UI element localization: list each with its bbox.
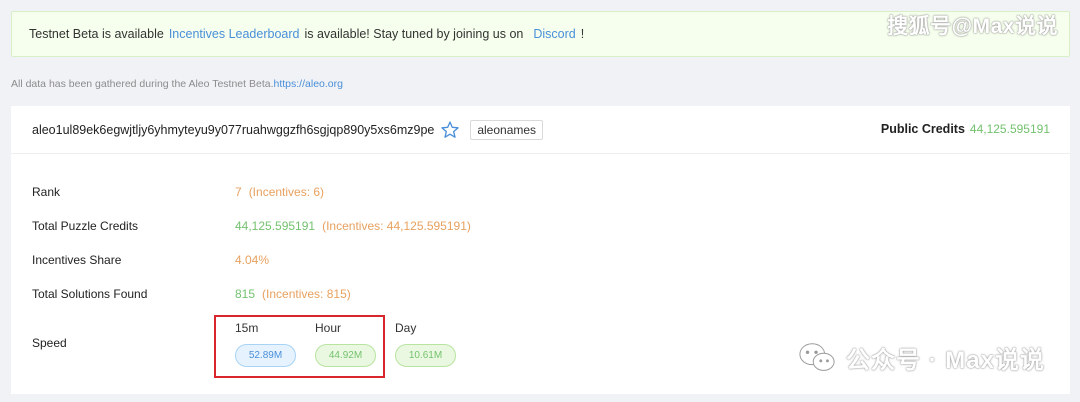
aleo-link[interactable]: https://aleo.org bbox=[274, 78, 343, 90]
solutions-row: Total Solutions Found 815 (Incentives: 815… bbox=[32, 287, 351, 301]
rank-row: Rank 7 (Incentives: 6) bbox=[32, 185, 324, 199]
name-tag: aleonames bbox=[470, 119, 544, 140]
discord-link[interactable]: Discord bbox=[533, 27, 575, 41]
solutions-incentives: (Incentives: 815) bbox=[262, 287, 351, 301]
incentives-leaderboard-link[interactable]: Incentives Leaderboard bbox=[169, 27, 300, 41]
speed-day-value: 10.61M bbox=[395, 344, 456, 367]
solutions-label: Total Solutions Found bbox=[32, 287, 148, 301]
wechat-icon bbox=[799, 342, 835, 371]
incentives-share-value: 4.04% bbox=[235, 253, 270, 267]
watermark-top: 搜狐号@Max说说 bbox=[887, 15, 1058, 38]
banner-text-3: ! bbox=[580, 27, 585, 41]
speed-day: Day 10.61M bbox=[395, 321, 456, 367]
puzzle-credits-label: Total Puzzle Credits bbox=[32, 219, 139, 233]
data-source-note: All data has been gathered during the Al… bbox=[11, 78, 343, 90]
speed-label: Speed bbox=[32, 336, 67, 350]
watermark-bottom: 公众号 · Max说说 bbox=[798, 340, 1045, 375]
public-credits: Public Credits 44,125.595191 bbox=[881, 122, 1050, 136]
wallet-address: aleo1ul89ek6egwjtljy6yhmyteyu9y077ruahwg… bbox=[32, 122, 435, 137]
watermark-bottom-text: 公众号 · Max说说 bbox=[845, 347, 1045, 374]
solutions-value: 815 bbox=[235, 287, 256, 301]
public-credits-value: 44,125.595191 bbox=[969, 122, 1050, 136]
rank-label: Rank bbox=[32, 185, 61, 199]
banner-text-2: is available! Stay tuned by joining us o… bbox=[304, 27, 524, 41]
puzzle-credits-value: 44,125.595191 bbox=[235, 219, 316, 233]
incentives-share-label: Incentives Share bbox=[32, 253, 122, 267]
public-credits-label: Public Credits bbox=[880, 122, 965, 136]
puzzle-credits-row: Total Puzzle Credits 44,125.595191 (Incent… bbox=[32, 219, 471, 233]
rank-value: 7 bbox=[235, 185, 242, 199]
speed-day-head: Day bbox=[395, 321, 417, 335]
banner-text-1: Testnet Beta is available bbox=[29, 27, 164, 41]
rank-incentives: (Incentives: 6) bbox=[248, 185, 325, 199]
highlight-box bbox=[214, 315, 385, 378]
card-header: aleo1ul89ek6egwjtljy6yhmyteyu9y077ruahwg… bbox=[11, 106, 1070, 154]
note-text: All data has been gathered during the Al… bbox=[11, 78, 274, 90]
incentives-share-row: Incentives Share 4.04% bbox=[32, 253, 269, 267]
puzzle-credits-incentives: (Incentives: 44,125.595191) bbox=[322, 219, 471, 233]
star-icon[interactable] bbox=[440, 120, 460, 140]
